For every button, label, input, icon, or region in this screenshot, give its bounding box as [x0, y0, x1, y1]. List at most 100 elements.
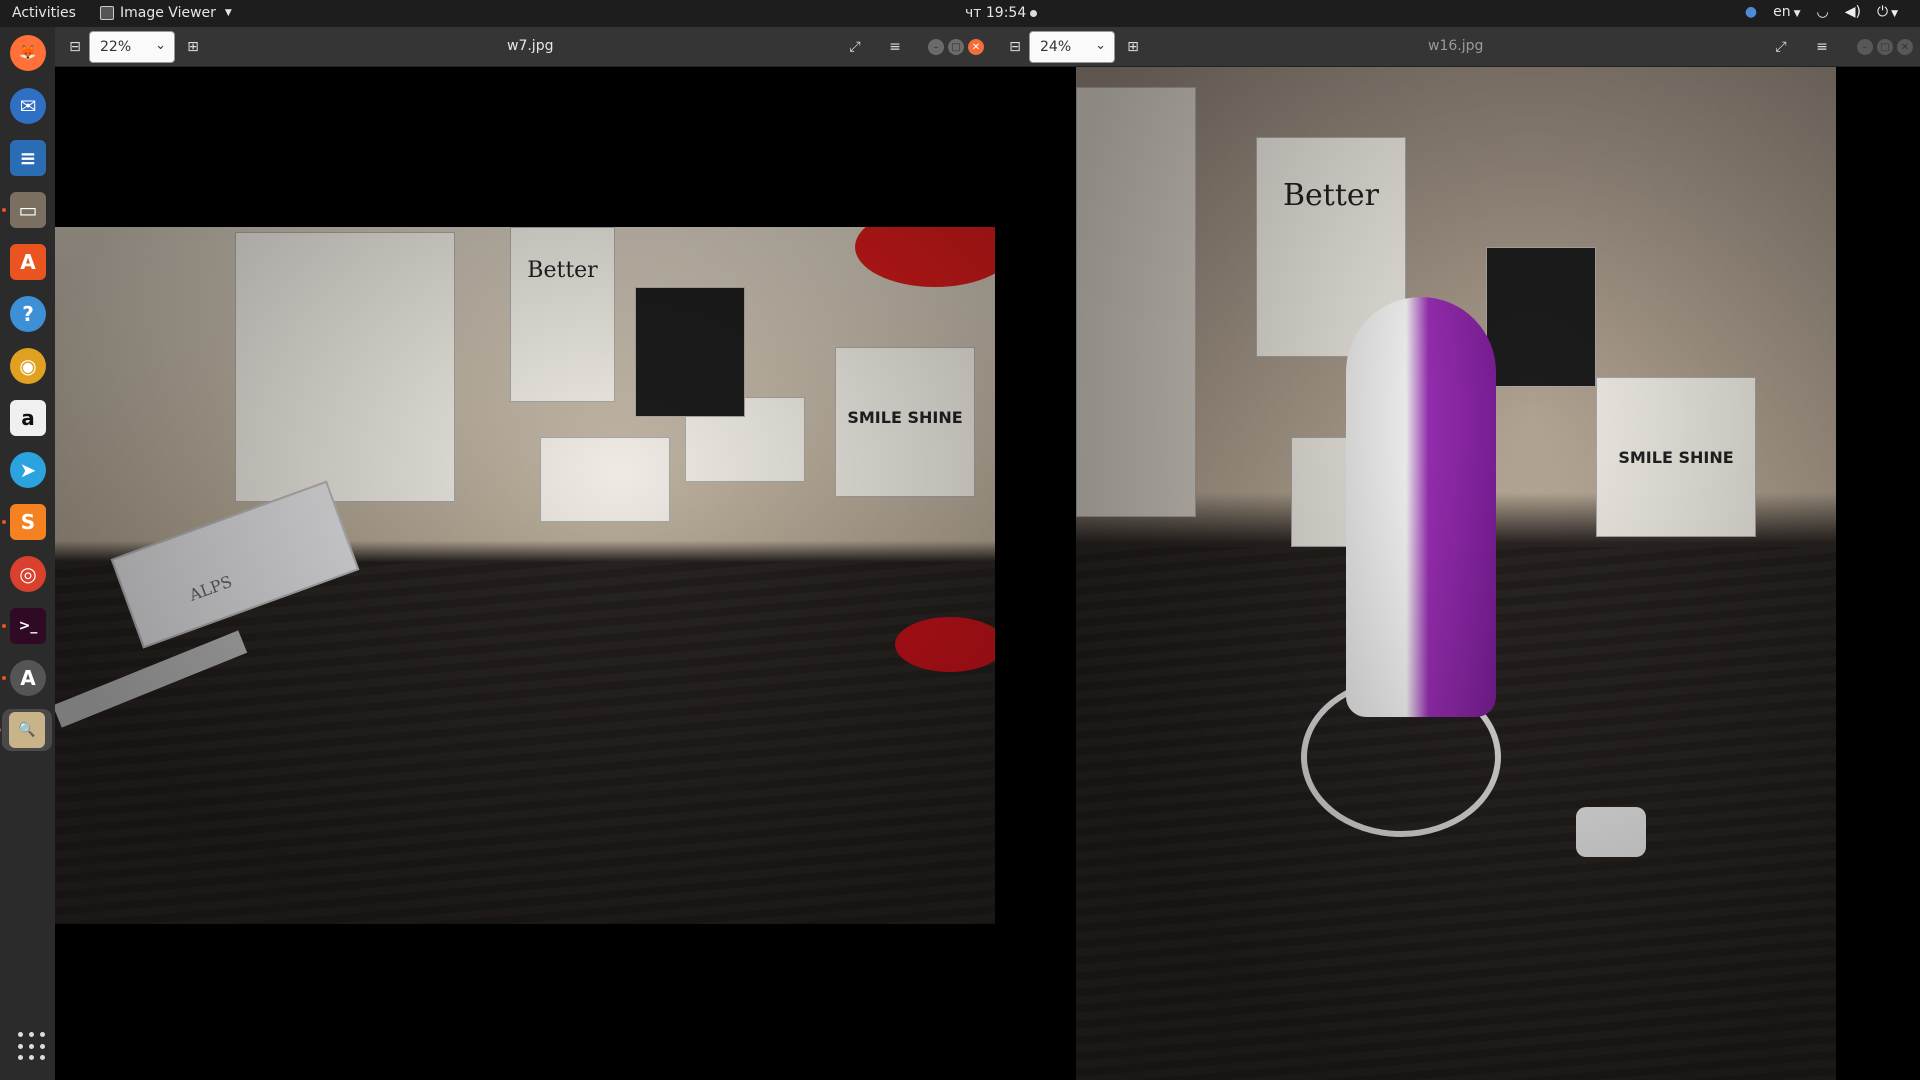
maximize-button[interactable]: □ — [948, 39, 964, 55]
dock-item-rhythmbox[interactable]: ◉ — [7, 345, 49, 387]
running-indicator — [2, 676, 6, 680]
system-tray: ● en ▼ ◡ ◀) ⏻ ▼ — [1745, 4, 1898, 20]
language-selector[interactable]: en ▼ — [1773, 4, 1800, 20]
zoom-out-button[interactable]: ⊟ — [1003, 35, 1027, 59]
dock-item-software-center[interactable]: A — [7, 241, 49, 283]
fullscreen-icon: ⤢ — [1775, 39, 1787, 55]
photo-poster-schedule — [1076, 87, 1196, 517]
firefox-icon: 🦊 — [10, 35, 46, 71]
photo-red-lamp-base — [895, 617, 995, 672]
dock-item-help[interactable]: ? — [7, 293, 49, 335]
window-title: w16.jpg — [1428, 38, 1484, 54]
header-bar: ⊟ 24% ⌄ ⊞ w16.jpg ⤢ ≡ – □ ✕ — [995, 27, 1920, 67]
photo-flyer — [635, 287, 745, 417]
photo-poster-schedule — [235, 232, 455, 502]
libreoffice-writer-icon: ≡ — [10, 140, 46, 176]
photo-sticker-text: SMILE SHINE — [847, 408, 963, 427]
minimize-button[interactable]: – — [1857, 39, 1873, 55]
chevron-down-icon: ▼ — [1793, 9, 1801, 19]
app-menu[interactable]: Image Viewer ▼ — [100, 5, 232, 21]
image-viewer-icon: 🔍 — [9, 712, 45, 748]
fullscreen-icon: ⤢ — [849, 39, 861, 55]
dock-item-image-viewer[interactable]: 🔍 — [0, 709, 52, 751]
minimize-button[interactable]: – — [928, 39, 944, 55]
zoom-in-button[interactable]: ⊞ — [181, 35, 205, 59]
terminal-icon: >_ — [10, 608, 46, 644]
hamburger-icon: ≡ — [1816, 39, 1828, 55]
running-indicator — [0, 728, 1, 732]
chevron-down-icon: ⌄ — [1095, 38, 1106, 53]
window-controls: – □ ✕ — [1857, 39, 1913, 55]
clock[interactable]: чт 19:54 — [965, 5, 1038, 21]
photo-sticker: SMILE SHINE — [835, 347, 975, 497]
software-updater-icon: A — [10, 660, 46, 696]
app-indicator-icon[interactable]: ● — [1745, 4, 1757, 20]
image-viewer-window-w7: ⊟ 22% ⌄ ⊞ w7.jpg ⤢ ≡ – □ ✕ Better SMILE … — [55, 27, 995, 1080]
dock-item-files[interactable]: ▭ — [2, 189, 49, 231]
photo-postcard — [540, 437, 670, 522]
clock-label: чт 19:54 — [965, 5, 1027, 21]
rhythmbox-icon: ◉ — [10, 348, 46, 384]
running-indicator — [2, 520, 6, 524]
activities-button[interactable]: Activities — [12, 5, 76, 21]
fullscreen-button[interactable]: ⤢ — [843, 35, 867, 59]
maximize-button[interactable]: □ — [1877, 39, 1893, 55]
sublime-text-icon: S — [10, 504, 46, 540]
close-button[interactable]: ✕ — [1897, 39, 1913, 55]
notification-dot-icon — [1030, 9, 1038, 17]
window-controls: – □ ✕ — [928, 39, 984, 55]
hamburger-icon: ≡ — [889, 39, 901, 55]
minus-icon: ⊟ — [1009, 39, 1021, 55]
photo-red-lamp-shade — [855, 227, 995, 287]
image-viewer-window-w16: ⊟ 24% ⌄ ⊞ w16.jpg ⤢ ≡ – □ ✕ Better SMILE… — [995, 27, 1920, 1080]
photo-iron-plug — [1576, 807, 1646, 857]
chrome-icon: ◎ — [10, 556, 46, 592]
thunderbird-icon: ✉ — [10, 88, 46, 124]
dock-item-telegram[interactable]: ➤ — [7, 449, 49, 491]
image-canvas[interactable]: Better SMILE SHINE — [1076, 67, 1836, 1080]
dock: 🦊 ✉ ≡ ▭ A? ◉ a ➤ S ◎ >_ A 🔍 — [0, 27, 55, 1080]
zoom-in-button[interactable]: ⊞ — [1121, 35, 1145, 59]
dock-item-terminal[interactable]: >_ — [2, 605, 49, 647]
header-bar: ⊟ 22% ⌄ ⊞ w7.jpg ⤢ ≡ – □ ✕ — [55, 27, 995, 67]
show-applications-icon[interactable] — [18, 1032, 48, 1062]
plus-icon: ⊞ — [1127, 39, 1139, 55]
plus-icon: ⊞ — [187, 39, 199, 55]
chevron-down-icon: ⌄ — [155, 38, 166, 53]
power-icon[interactable]: ⏻ ▼ — [1877, 4, 1898, 20]
telegram-icon: ➤ — [10, 452, 46, 488]
close-button[interactable]: ✕ — [968, 39, 984, 55]
top-bar: Activities Image Viewer ▼ чт 19:54 ● en ▼… — [0, 0, 1920, 27]
running-indicator — [2, 624, 6, 628]
amazon-icon: a — [10, 400, 46, 436]
dock-item-chrome[interactable]: ◎ — [7, 553, 49, 595]
photo-poster-text: Better — [1282, 178, 1379, 213]
photo-flyer — [1486, 247, 1596, 387]
volume-icon[interactable]: ◀) — [1845, 4, 1861, 20]
help-icon: ? — [10, 296, 46, 332]
zoom-out-button[interactable]: ⊟ — [63, 35, 87, 59]
photo-poster-better: Better — [510, 227, 615, 402]
menu-button[interactable]: ≡ — [883, 35, 907, 59]
menu-button[interactable]: ≡ — [1810, 35, 1834, 59]
zoom-value: 24% — [1040, 39, 1072, 55]
app-menu-label: Image Viewer — [120, 5, 216, 21]
software-center-icon: A — [10, 244, 46, 280]
dock-item-thunderbird[interactable]: ✉ — [7, 85, 49, 127]
dock-item-sublime-text[interactable]: S — [2, 501, 49, 543]
dock-item-software-updater[interactable]: A — [2, 657, 49, 699]
dock-item-libreoffice-writer[interactable]: ≡ — [7, 137, 49, 179]
photo-sticker: SMILE SHINE — [1596, 377, 1756, 537]
zoom-selector[interactable]: 22% ⌄ — [89, 31, 175, 63]
image-viewer-small-icon — [100, 6, 114, 20]
image-canvas[interactable]: Better SMILE SHINE ALPS — [55, 227, 995, 924]
fullscreen-button[interactable]: ⤢ — [1769, 35, 1793, 59]
minus-icon: ⊟ — [69, 39, 81, 55]
wifi-icon[interactable]: ◡ — [1817, 4, 1829, 20]
dock-item-amazon[interactable]: a — [7, 397, 49, 439]
language-label: en — [1773, 4, 1791, 20]
dock-item-firefox[interactable]: 🦊 — [7, 32, 49, 74]
window-title: w7.jpg — [507, 38, 554, 54]
zoom-selector[interactable]: 24% ⌄ — [1029, 31, 1115, 63]
photo-sticker-text: SMILE SHINE — [1618, 448, 1734, 467]
